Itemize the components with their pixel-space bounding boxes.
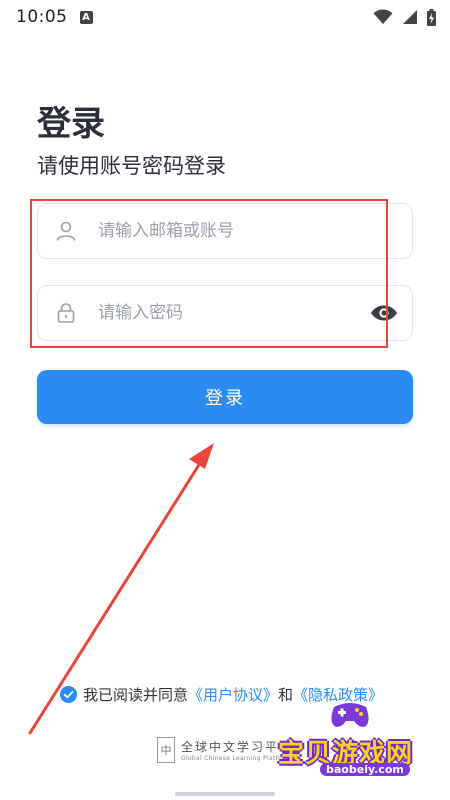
brand-logo: 中 [157,737,175,763]
signal-icon [403,10,417,24]
password-field[interactable] [37,285,413,341]
password-input[interactable] [98,293,370,333]
gamepad-icon [331,703,369,727]
brand-text: 全球中文学习平 Global Chinese Learning Platform [181,738,291,762]
brand-footer: 中 全球中文学习平 Global Chinese Learning Platfo… [157,737,291,763]
page-subtitle: 请使用账号密码登录 [37,154,226,178]
watermark-url: baobeiy.com [320,763,410,776]
account-field[interactable] [37,203,413,259]
status-time: 10:05 [16,7,68,27]
wifi-icon [373,9,393,24]
status-bar: 10:05 A [0,0,450,34]
agreement-prefix: 我已阅读并同意 [83,686,189,704]
user-agreement-link[interactable]: 《用户协议》 [188,684,278,705]
nav-handle [175,792,275,796]
brand-name-cn: 全球中文学习平 [181,740,280,754]
battery-icon [427,8,436,26]
status-left: 10:05 A [16,7,93,27]
lock-icon [57,303,75,323]
brand-name-en: Global Chinese Learning Platform [181,755,291,762]
page-title: 登录 [37,104,105,144]
watermark: 宝贝游戏网 baobeiy.com [276,697,444,783]
eye-icon[interactable] [370,303,398,323]
user-icon [56,221,76,241]
checkbox-checked-icon[interactable] [60,686,77,703]
status-right [373,8,436,26]
account-input[interactable] [98,211,412,251]
notification-icon: A [79,10,93,24]
login-button[interactable]: 登录 [37,370,413,424]
